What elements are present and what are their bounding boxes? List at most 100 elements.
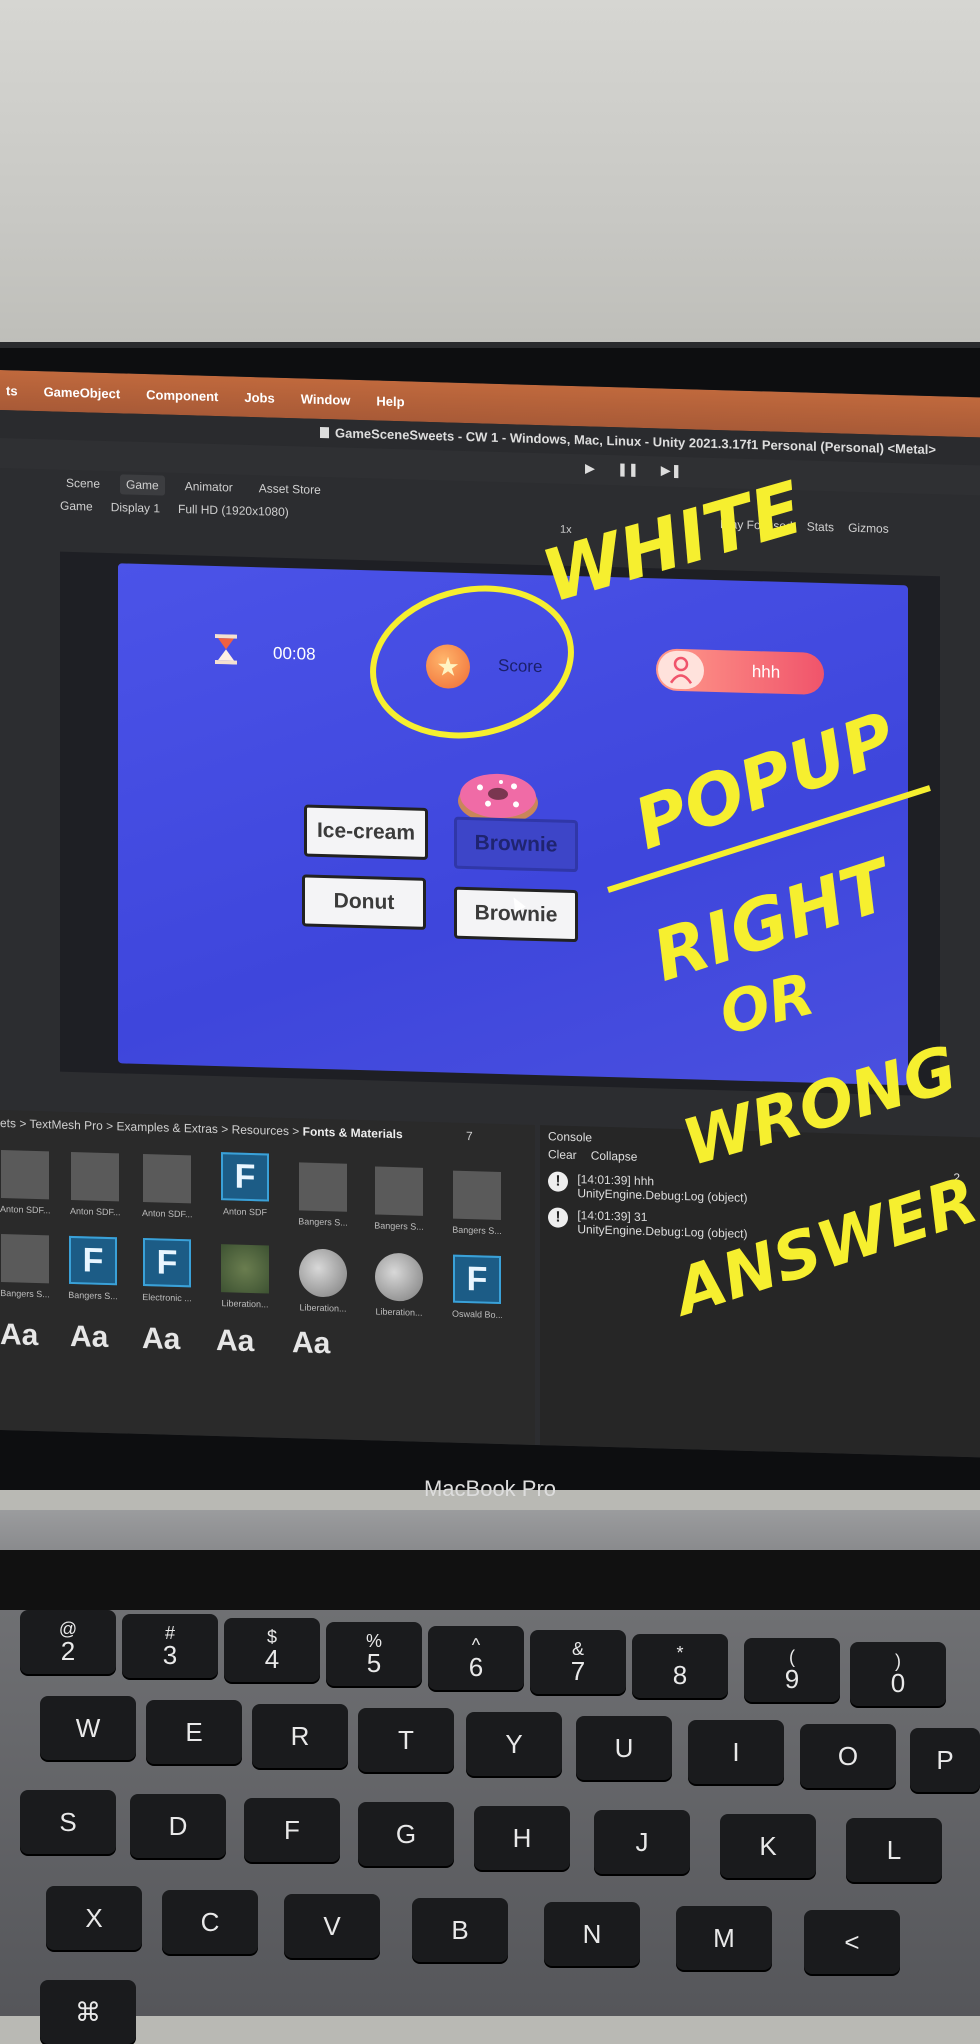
menu-component[interactable]: Component: [146, 387, 218, 404]
key-6[interactable]: ^ 6: [428, 1626, 524, 1690]
key-n[interactable]: N: [544, 1902, 640, 1966]
font-asset-icon[interactable]: F Anton SDF: [220, 1152, 270, 1217]
menu-jobs[interactable]: Jobs: [244, 389, 274, 405]
breadcrumb-item[interactable]: ets: [0, 1116, 16, 1130]
menu-window[interactable]: Window: [301, 391, 351, 407]
key-d[interactable]: D: [130, 1794, 226, 1858]
pause-button[interactable]: ❚❚: [617, 461, 639, 478]
font-preview-icon[interactable]: Aa: [216, 1324, 254, 1359]
asset-item[interactable]: Anton SDF...: [142, 1153, 192, 1219]
collapse-button[interactable]: Collapse: [591, 1148, 638, 1163]
texture-asset-icon[interactable]: Liberation...: [220, 1244, 270, 1310]
key-h[interactable]: H: [474, 1806, 570, 1870]
font-preview-icon[interactable]: Aa: [70, 1320, 108, 1355]
log-detail: UnityEngine.Debug:Log (object): [577, 1186, 748, 1205]
menu-gameobject[interactable]: GameObject: [44, 384, 121, 401]
timer-text: 00:08: [273, 643, 316, 664]
key-t[interactable]: T: [358, 1708, 454, 1772]
key-c[interactable]: C: [162, 1890, 258, 1954]
gizmos-button[interactable]: Gizmos: [848, 521, 889, 536]
player-name: hhh: [751, 662, 781, 682]
key-p[interactable]: P: [910, 1728, 980, 1792]
key-r[interactable]: R: [252, 1704, 348, 1768]
asset-item[interactable]: Bangers S...: [374, 1166, 424, 1232]
laptop-brand: MacBook Pro: [423, 1476, 557, 1501]
document-icon: [320, 426, 329, 439]
hidden-count: 7: [466, 1129, 473, 1144]
key-b[interactable]: B: [412, 1898, 508, 1962]
game-mode-dropdown[interactable]: Game: [60, 499, 93, 514]
key-f[interactable]: F: [244, 1798, 340, 1862]
step-button[interactable]: ▶❚: [661, 462, 682, 479]
game-view-bar: Game Display 1 Full HD (1920x1080): [60, 494, 289, 524]
breadcrumb-current[interactable]: Fonts & Materials: [303, 1124, 403, 1141]
material-asset-icon[interactable]: Liberation...: [298, 1248, 348, 1314]
asset-item[interactable]: Bangers S...: [0, 1234, 50, 1299]
breadcrumb-item[interactable]: Examples & Extras: [117, 1119, 218, 1136]
asset-grid: Anton SDF... Anton SDF... Anton SDF... F…: [0, 1150, 520, 1320]
key-4[interactable]: $4: [224, 1618, 320, 1682]
key-comma[interactable]: <: [804, 1910, 900, 1974]
breadcrumb-item[interactable]: TextMesh Pro: [29, 1117, 102, 1133]
key-u[interactable]: U: [576, 1716, 672, 1780]
key-8[interactable]: * 8: [632, 1634, 728, 1698]
key-9[interactable]: (9: [744, 1638, 840, 1702]
key-x[interactable]: X: [46, 1886, 142, 1950]
hourglass-icon: [215, 634, 237, 665]
key-k[interactable]: K: [720, 1814, 816, 1878]
font-preview-icon[interactable]: Aa: [0, 1318, 38, 1353]
key-2[interactable]: @2: [20, 1610, 116, 1674]
play-button[interactable]: ▶: [585, 460, 595, 476]
tab-asset-store[interactable]: Asset Store: [253, 478, 327, 500]
key-i[interactable]: I: [688, 1720, 784, 1784]
stats-button[interactable]: Stats: [807, 520, 834, 535]
answer-label: Ice-cream: [316, 818, 416, 845]
key-g[interactable]: G: [358, 1802, 454, 1866]
display-dropdown[interactable]: Display 1: [111, 500, 160, 515]
answer-button-3[interactable]: Donut: [302, 874, 426, 930]
key-3[interactable]: #3: [122, 1614, 218, 1678]
clear-button[interactable]: Clear: [548, 1147, 577, 1162]
log-detail: UnityEngine.Debug:Log (object): [577, 1222, 748, 1241]
asset-item[interactable]: Anton SDF...: [70, 1151, 120, 1217]
breadcrumb: ets > TextMesh Pro > Examples & Extras >…: [0, 1116, 473, 1144]
menu-assets[interactable]: ts: [6, 383, 18, 398]
answer-label: Donut: [333, 889, 395, 915]
answer-label: Brownie: [474, 831, 558, 857]
font-preview-icon[interactable]: Aa: [142, 1322, 180, 1357]
asset-item[interactable]: Bangers S...: [298, 1162, 348, 1228]
user-icon: [658, 650, 704, 690]
answer-button-1[interactable]: Ice-cream: [304, 804, 428, 860]
log-entry[interactable]: ! [14:01:39] 31 UnityEngine.Debug:Log (ob…: [548, 1207, 747, 1241]
key-5[interactable]: % 5: [326, 1622, 422, 1686]
key-o[interactable]: O: [800, 1724, 896, 1788]
tab-animator[interactable]: Animator: [179, 476, 239, 498]
key-w[interactable]: W: [40, 1696, 136, 1760]
key-7[interactable]: & 7: [530, 1630, 626, 1694]
key-s[interactable]: S: [20, 1790, 116, 1854]
tab-game[interactable]: Game: [120, 474, 165, 496]
touch-bar: [0, 1550, 980, 1610]
warning-icon: !: [548, 1171, 568, 1192]
asset-item[interactable]: Anton SDF...: [0, 1150, 50, 1215]
key-j[interactable]: J: [594, 1810, 690, 1874]
tab-scene[interactable]: Scene: [60, 473, 106, 494]
font-asset-icon[interactable]: F Oswald Bo...: [452, 1254, 502, 1320]
key-v[interactable]: V: [284, 1894, 380, 1958]
key-y[interactable]: Y: [466, 1712, 562, 1776]
key-m[interactable]: M: [676, 1906, 772, 1970]
key-0[interactable]: ) 0: [850, 1642, 946, 1706]
font-asset-icon[interactable]: F Bangers S...: [68, 1235, 118, 1301]
key-l[interactable]: L: [846, 1818, 942, 1882]
breadcrumb-item[interactable]: Resources: [232, 1122, 289, 1138]
font-asset-icon[interactable]: F Electronic ...: [142, 1237, 192, 1303]
log-entry[interactable]: ! [14:01:39] hhh UnityEngine.Debug:Log (o…: [548, 1171, 747, 1205]
command-key-icon[interactable]: ⌘: [40, 1980, 136, 2044]
resolution-dropdown[interactable]: Full HD (1920x1080): [178, 502, 289, 519]
answer-button-2[interactable]: Brownie: [454, 816, 578, 873]
asset-item[interactable]: Bangers S...: [452, 1170, 502, 1236]
font-preview-icon[interactable]: Aa: [292, 1326, 330, 1361]
menu-help[interactable]: Help: [376, 393, 404, 409]
key-e[interactable]: E: [146, 1700, 242, 1764]
material-asset-icon[interactable]: Liberation...: [374, 1252, 424, 1318]
